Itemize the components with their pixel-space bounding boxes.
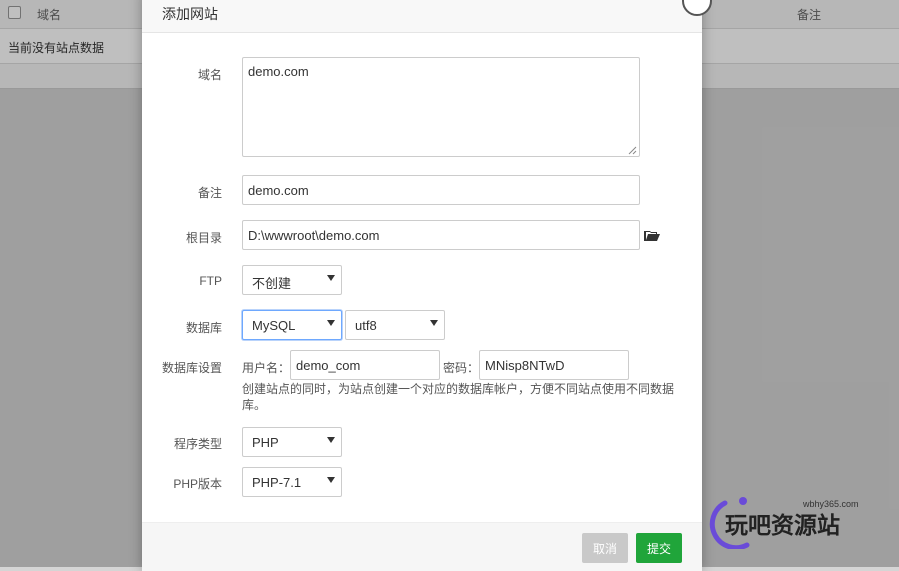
chevron-down-icon	[327, 320, 335, 326]
php-version-select[interactable]: PHP-7.1	[242, 467, 342, 497]
root-input[interactable]	[242, 220, 640, 250]
database-type-select[interactable]: MySQL	[242, 310, 342, 340]
database-label: 数据库	[185, 321, 222, 335]
db-hint: 创建站点的同时，为站点创建一个对应的数据库帐户，方便不同站点使用不同数据库。	[242, 382, 675, 412]
domain-textarea[interactable]: demo.com	[242, 57, 640, 157]
dialog-footer: 取消 提交	[142, 522, 702, 571]
ftp-select[interactable]: 不创建	[242, 265, 342, 295]
watermark-logo: wbhy365.com 玩吧资源站	[709, 497, 859, 549]
chevron-down-icon	[327, 477, 335, 483]
db-password-label: 密码：	[443, 361, 480, 375]
remark-label: 备注	[197, 186, 222, 200]
php-version-label: PHP版本	[173, 477, 222, 491]
domain-label: 域名	[197, 68, 222, 82]
cancel-button[interactable]: 取消	[582, 533, 628, 563]
database-type-value: MySQL	[252, 318, 296, 333]
remark-input[interactable]	[242, 175, 640, 205]
resize-handle-icon[interactable]	[628, 146, 637, 155]
dialog-title: 添加网站	[162, 6, 218, 22]
watermark-url: wbhy365.com	[802, 499, 859, 509]
db-username-input[interactable]	[290, 350, 440, 380]
root-label: 根目录	[185, 231, 222, 245]
dialog-header: 添加网站	[142, 0, 712, 33]
db-password-input[interactable]	[479, 350, 629, 380]
add-site-dialog: 添加网站 域名 demo.com 备注 根目录 FTP 不创建 数据库 MySQ…	[142, 0, 712, 571]
chevron-down-icon	[327, 437, 335, 443]
ftp-select-value: 不创建	[252, 276, 292, 291]
chevron-down-icon	[327, 275, 335, 281]
chevron-down-icon	[430, 320, 438, 326]
db-settings-label: 数据库设置	[161, 361, 222, 375]
program-type-select[interactable]: PHP	[242, 427, 342, 457]
submit-button[interactable]: 提交	[636, 533, 682, 563]
ftp-label: FTP	[199, 274, 222, 288]
folder-open-icon[interactable]	[644, 230, 660, 242]
watermark-name: 玩吧资源站	[725, 513, 840, 539]
database-charset-select[interactable]: utf8	[345, 310, 445, 340]
program-type-label: 程序类型	[173, 437, 222, 451]
php-version-value: PHP-7.1	[252, 475, 302, 490]
database-charset-value: utf8	[355, 318, 377, 333]
db-username-label: 用户名：	[242, 361, 291, 375]
program-type-value: PHP	[252, 435, 279, 450]
